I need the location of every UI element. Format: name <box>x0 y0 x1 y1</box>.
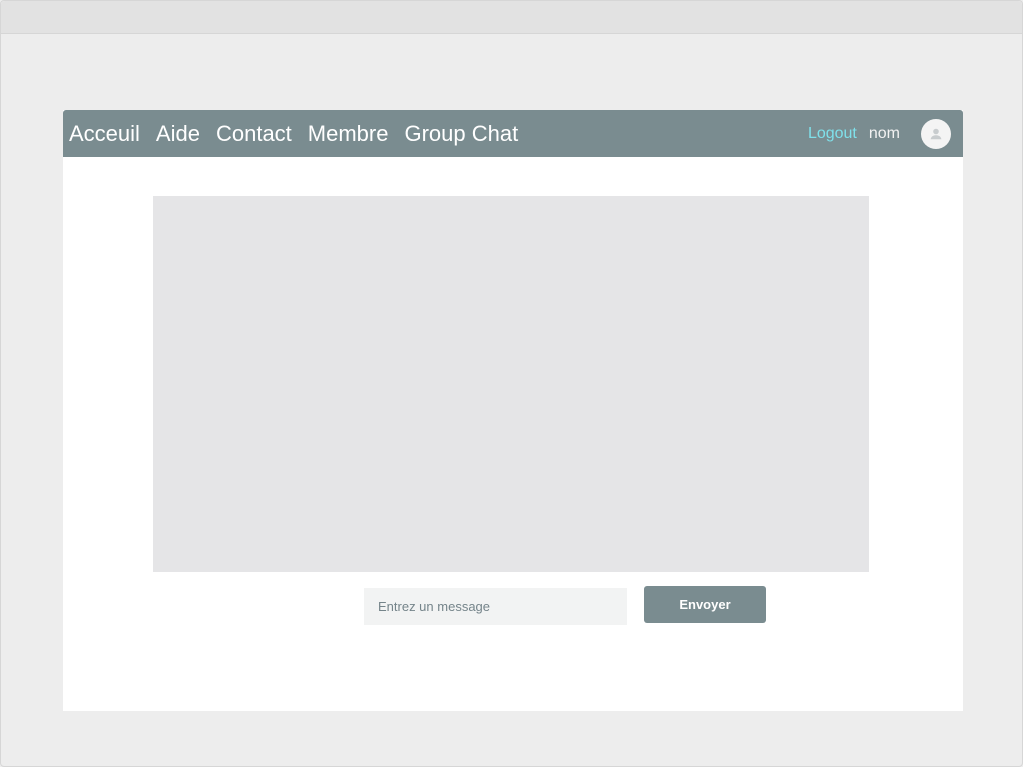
top-navbar: Acceuil Aide Contact Membre Group Chat L… <box>63 110 963 157</box>
nav-link-aide[interactable]: Aide <box>156 121 200 147</box>
nav-link-group-chat[interactable]: Group Chat <box>404 121 518 147</box>
chat-messages-area <box>153 196 869 572</box>
avatar[interactable] <box>921 118 951 149</box>
user-icon <box>930 128 942 139</box>
window-title-bar <box>1 1 1022 34</box>
browser-window: Acceuil Aide Contact Membre Group Chat L… <box>0 0 1023 767</box>
nav-links: Acceuil Aide Contact Membre Group Chat <box>69 110 534 157</box>
nav-user-area: Logout nom <box>808 110 951 157</box>
send-button[interactable]: Envoyer <box>644 586 766 623</box>
nav-link-membre[interactable]: Membre <box>308 121 389 147</box>
logout-link[interactable]: Logout <box>808 125 857 143</box>
nav-link-acceuil[interactable]: Acceuil <box>69 121 140 147</box>
nav-link-contact[interactable]: Contact <box>216 121 292 147</box>
message-input[interactable] <box>364 588 627 625</box>
app-container: Acceuil Aide Contact Membre Group Chat L… <box>63 110 963 711</box>
user-name: nom <box>868 124 900 142</box>
